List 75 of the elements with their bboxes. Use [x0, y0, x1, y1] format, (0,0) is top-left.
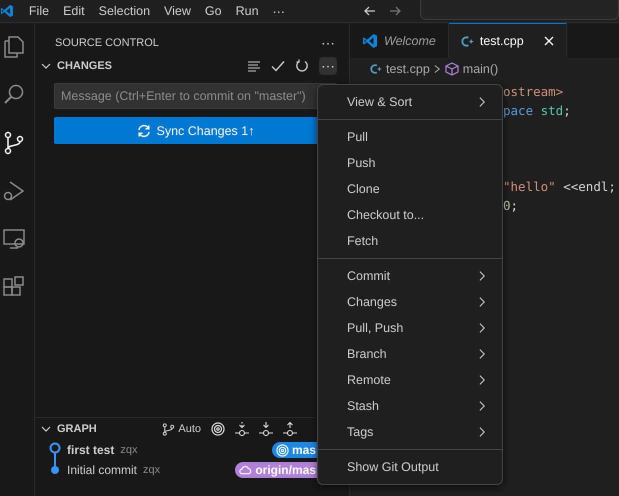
remote-explorer-icon: [2, 227, 26, 251]
commit-author: zqx: [143, 464, 160, 476]
chevron-right-icon: [479, 96, 486, 108]
sync-icon: [136, 124, 150, 138]
editor-tab[interactable]: test.cpp: [448, 23, 567, 58]
pull-icon[interactable]: [259, 422, 273, 436]
push-icon[interactable]: [283, 422, 297, 436]
breadcrumb[interactable]: main(): [462, 62, 498, 76]
chevron-right-icon: [479, 374, 486, 386]
back-arrow-icon[interactable]: [362, 4, 376, 18]
chevron-right-icon: [479, 270, 486, 282]
more-actions-button[interactable]: ⋯: [319, 57, 337, 75]
menu-item[interactable]: ⋯: [266, 4, 293, 18]
panel-title: SOURCE CONTROL: [55, 37, 159, 49]
branch-badge: origin/mas: [235, 462, 317, 478]
chevron-right-icon: [434, 64, 441, 74]
menu-item[interactable]: View: [157, 4, 198, 18]
files-icon: [2, 35, 26, 59]
run-debug-icon: [2, 179, 26, 203]
list-icon[interactable]: [247, 59, 261, 73]
menu-item[interactable]: Fetch: [318, 228, 502, 254]
chevron-right-icon: [479, 400, 486, 412]
menu-item[interactable]: Run: [228, 4, 266, 18]
chevron-right-icon: [479, 348, 486, 360]
menu-item[interactable]: Branch: [318, 341, 502, 367]
close-icon[interactable]: [544, 36, 554, 46]
chevron-right-icon: [479, 296, 486, 308]
menu-item[interactable]: File: [22, 4, 56, 18]
target-icon[interactable]: [211, 422, 225, 436]
commit-author: zqx: [120, 444, 138, 456]
menu-item[interactable]: Commit: [318, 263, 502, 289]
code-line: 0;: [503, 198, 518, 213]
target-icon: [276, 444, 289, 456]
code-line: "hello" <<endl;: [503, 179, 616, 194]
vscode-logo-icon: [0, 3, 14, 19]
commit-message: Initial commit: [67, 463, 138, 477]
menu-item[interactable]: Clone: [318, 176, 502, 202]
code-line: ostream>: [503, 84, 564, 99]
extensions-icon: [2, 275, 26, 299]
menu-item[interactable]: Checkout to...: [318, 202, 502, 228]
menu-item[interactable]: Go: [198, 4, 229, 18]
menu-item[interactable]: Push: [318, 150, 502, 176]
refresh-icon[interactable]: [295, 59, 309, 73]
chevron-right-icon: [479, 322, 486, 334]
more-actions-button[interactable]: ⋯: [319, 34, 337, 52]
forward-arrow-icon[interactable]: [388, 4, 402, 18]
cube-icon: [444, 62, 459, 76]
menu-item[interactable]: Stash: [318, 393, 502, 419]
chevron-icon[interactable]: [41, 61, 51, 71]
source-control-icon: [2, 131, 26, 155]
menu-item[interactable]: Edit: [56, 4, 92, 18]
menu-item[interactable]: Remote: [318, 367, 502, 393]
section-title[interactable]: GRAPH: [57, 423, 97, 435]
cloud-icon: [239, 465, 252, 475]
menu-item[interactable]: Tags: [318, 419, 502, 445]
branch-filter-button[interactable]: Auto: [162, 422, 201, 436]
section-title[interactable]: CHANGES: [57, 60, 112, 72]
vscode-logo-icon: [362, 33, 378, 49]
menu-item[interactable]: Changes: [318, 289, 502, 315]
code-line: pace std;: [503, 103, 571, 118]
chevron-right-icon: [479, 426, 486, 438]
commit-message: first test: [67, 443, 114, 457]
menu-item[interactable]: Pull, Push: [318, 315, 502, 341]
menu-item[interactable]: Selection: [92, 4, 158, 18]
commit-message-field[interactable]: Message (Ctrl+Enter to commit on "master"): [54, 83, 337, 109]
branch-icon: [162, 422, 176, 436]
checkmark-icon[interactable]: [271, 59, 285, 73]
breadcrumb[interactable]: test.cpp: [386, 62, 430, 76]
command-center-field[interactable]: [420, 0, 619, 20]
branch-badge: mas: [272, 442, 317, 458]
cpp-file-icon: [370, 63, 382, 75]
fetch-icon[interactable]: [235, 422, 249, 436]
chevron-icon[interactable]: [41, 424, 51, 434]
menu-item[interactable]: Show Git Output: [318, 454, 502, 480]
cpp-file-icon: [460, 34, 474, 48]
